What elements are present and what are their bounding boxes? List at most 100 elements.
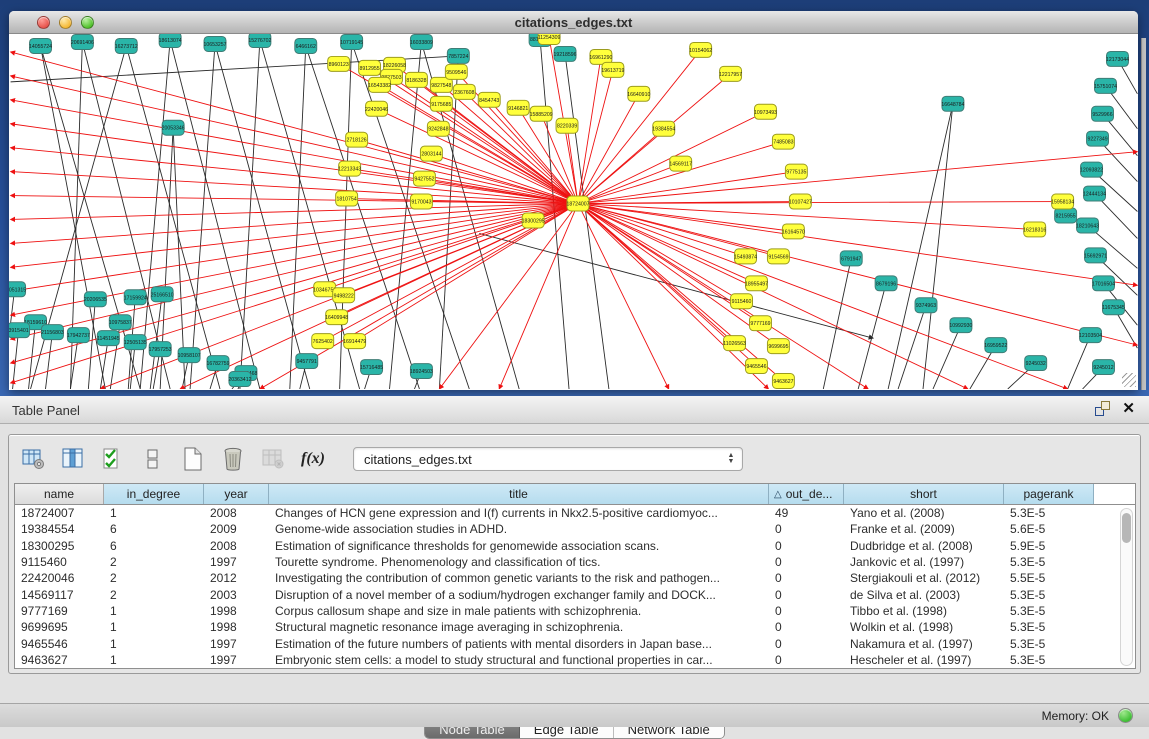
graph-node[interactable]: 10992930 [949,318,972,333]
graph-node[interactable]: 15958134 [1051,194,1074,209]
graph-node[interactable]: 9777169 [750,316,772,331]
table-cell[interactable]: 1997 [204,635,269,651]
graph-node[interactable]: 9374963 [915,298,937,313]
close-panel-icon[interactable]: ✕ [1122,401,1135,416]
graph-node[interactable]: 9115460 [731,294,753,309]
graph-node[interactable]: 16914479 [343,334,366,349]
graph-node[interactable]: 11675345 [1102,300,1125,315]
table-cell[interactable]: 9465546 [15,635,104,651]
graph-node[interactable]: 12444134 [1083,186,1106,201]
graph-node[interactable]: 8912955 [359,60,381,75]
graph-node[interactable]: 8679196 [875,276,897,291]
graph-node[interactable]: 10973493 [754,104,777,119]
network-canvas[interactable]: 1405572420691406162737121861307410653257… [9,34,1138,389]
table-cell[interactable]: 2 [104,586,204,602]
table-cell[interactable]: 9699695 [15,619,104,635]
table-cell[interactable]: 5.3E-5 [1004,603,1094,619]
citation-network-graph[interactable]: 1405572420691406162737121861307410653257… [9,34,1138,389]
table-cell[interactable]: 6 [104,538,204,554]
table-cell[interactable]: Disruption of a novel member of a sodium… [269,586,769,602]
graph-node[interactable]: 18300295 [522,213,545,228]
graph-node[interactable]: 14055724 [29,38,52,53]
graph-node[interactable]: 8215955 [1055,208,1077,223]
graph-node[interactable]: 19613719 [601,62,624,77]
table-cell[interactable]: 2003 [204,586,269,602]
column-header-short[interactable]: short [844,484,1004,504]
table-settings-icon[interactable] [19,445,47,473]
graph-node[interactable]: 17016504 [1092,276,1115,291]
graph-node[interactable]: 8454743 [478,92,500,107]
graph-node[interactable]: 20363412 [228,372,251,387]
graph-node[interactable]: 9463627 [772,374,794,389]
graph-node[interactable]: 17942737 [67,328,90,343]
graph-node[interactable]: 2718126 [346,132,368,147]
table-cell[interactable]: 9115460 [15,554,104,570]
unselect-rows-icon[interactable] [139,445,167,473]
table-row[interactable]: 1830029562008Estimation of significance … [15,538,1135,554]
table-cell[interactable]: Tourette syndrome. Phenomenology and cla… [269,554,769,570]
graph-node[interactable]: 18724007 [566,196,589,211]
graph-node[interactable]: 2803144 [420,146,442,161]
table-cell[interactable]: Nakamura et al. (1997) [844,635,1004,651]
select-all-icon[interactable] [99,445,127,473]
table-cell[interactable]: 0 [769,521,844,537]
graph-node[interactable]: 25166510 [151,287,174,302]
table-cell[interactable]: 0 [769,652,844,668]
graph-node[interactable]: 10958107 [178,348,201,363]
graph-node[interactable]: 9245012 [1093,360,1115,375]
graph-node[interactable]: 12173044 [1106,51,1129,66]
graph-node[interactable]: 16033809 [410,34,433,49]
table-cell[interactable]: 2 [104,570,204,586]
graph-node[interactable]: 11026563 [723,336,746,351]
table-cell[interactable]: 2 [104,554,204,570]
graph-node[interactable]: 11254309 [538,34,561,44]
table-cell[interactable]: 1998 [204,619,269,635]
memory-status-indicator[interactable] [1118,708,1133,723]
table-cell[interactable]: 0 [769,635,844,651]
table-cell[interactable]: 1997 [204,554,269,570]
graph-node[interactable]: 15276702 [248,34,271,47]
table-row[interactable]: 977716911998Corpus callosum shape and si… [15,603,1135,619]
table-cell[interactable]: 5.3E-5 [1004,652,1094,668]
table-cell[interactable]: Hescheler et al. (1997) [844,652,1004,668]
graph-node[interactable]: 12505135 [124,335,147,350]
table-cell[interactable]: Dudbridge et al. (2008) [844,538,1004,554]
graph-node[interactable]: 10107427 [789,194,812,209]
function-builder-icon[interactable]: f(x) [299,445,327,473]
graph-node[interactable]: 8186328 [405,72,427,87]
graph-node[interactable]: 9170043 [410,194,432,209]
table-cell[interactable]: 5.6E-5 [1004,521,1094,537]
table-cell[interactable]: 0 [769,586,844,602]
graph-node[interactable]: 9154569 [767,249,789,264]
column-header-out_de[interactable]: △out_de... [769,484,844,504]
graph-node[interactable]: 16543382 [368,77,391,92]
table-vertical-scrollbar[interactable] [1120,508,1133,666]
graph-node[interactable]: 16648784 [941,96,964,111]
graph-node[interactable]: 17159924 [124,290,147,305]
graph-node[interactable]: 19051315 [9,282,26,297]
graph-node[interactable]: 16218316 [1023,222,1046,237]
graph-node[interactable]: 6466162 [295,38,317,53]
table-cell[interactable]: 0 [769,570,844,586]
graph-node[interactable]: 9146821 [507,100,529,115]
table-cell[interactable]: 6 [104,521,204,537]
table-panel-header[interactable]: Table Panel ✕ [0,396,1149,424]
graph-node[interactable]: 7625402 [312,334,334,349]
delete-table-icon[interactable] [219,445,247,473]
graph-node[interactable]: 9465546 [746,359,768,374]
table-cell[interactable]: 1 [104,635,204,651]
table-cell[interactable]: 0 [769,619,844,635]
graph-node[interactable]: 21156803 [41,325,64,340]
graph-node[interactable]: 16273712 [115,38,138,53]
graph-node[interactable]: 18613074 [159,34,182,47]
table-cell[interactable]: 14569117 [15,586,104,602]
graph-node[interactable]: 9498222 [333,288,355,303]
graph-node[interactable]: 8960123 [328,56,350,71]
column-header-pagerank[interactable]: pagerank [1004,484,1094,504]
graph-node[interactable]: 10154062 [689,42,712,57]
table-cell[interactable]: 5.3E-5 [1004,554,1094,570]
column-header-year[interactable]: year [204,484,269,504]
graph-node[interactable]: 9699695 [767,339,789,354]
network-view-window[interactable]: citations_edges.txt 14055724206914061627… [9,11,1138,390]
table-cell[interactable]: Jankovic et al. (1997) [844,554,1004,570]
